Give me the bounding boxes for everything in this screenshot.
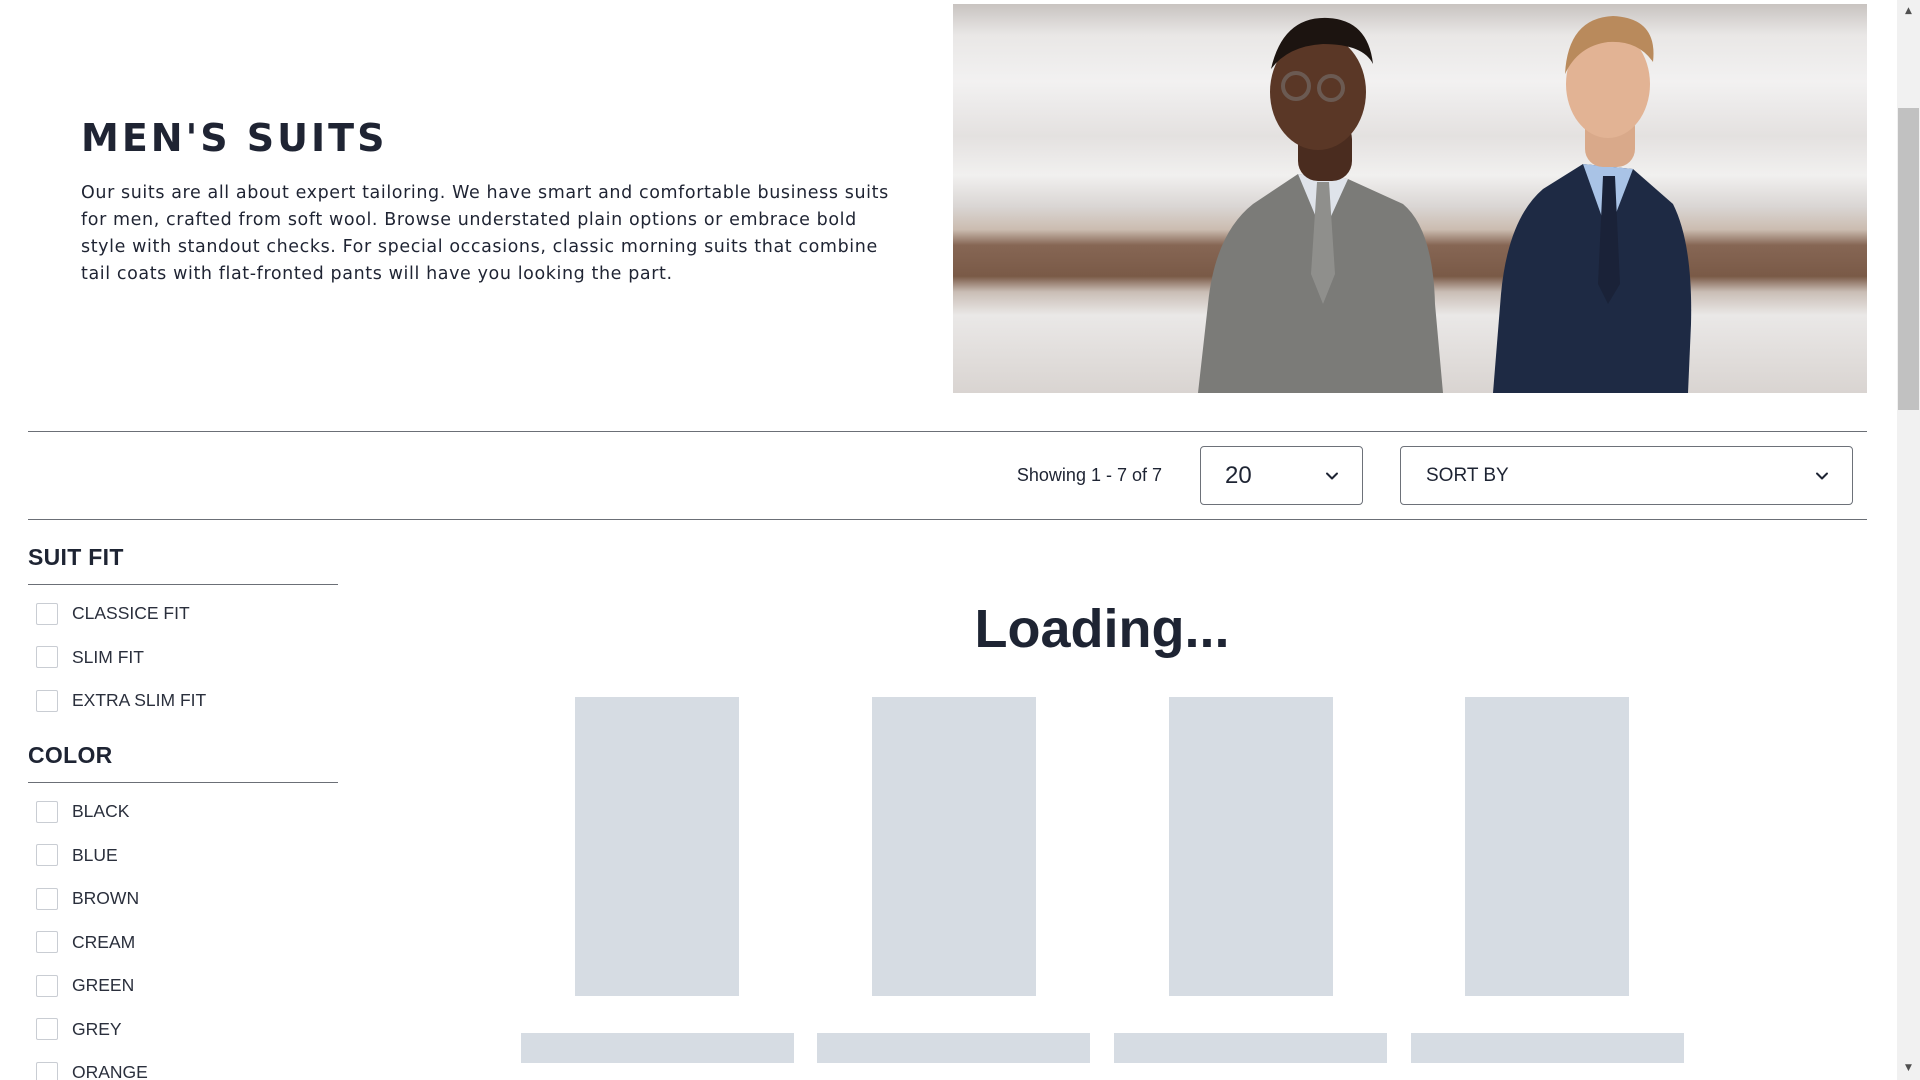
checkbox[interactable] (36, 602, 58, 625)
sort-by-value: SORT BY (1426, 464, 1509, 486)
sort-by-select[interactable]: SORT BY (1400, 446, 1853, 505)
filter-option[interactable]: EXTRA SLIM FIT (28, 679, 338, 723)
filter-title-color: COLOR (28, 742, 338, 783)
filter-option[interactable]: ORANGE (28, 1051, 338, 1080)
product-title-placeholder (817, 1033, 1090, 1063)
filter-option[interactable]: CLASSICE FIT (28, 592, 338, 636)
filter-option[interactable]: GREEN (28, 964, 338, 1008)
checkbox[interactable] (36, 1018, 58, 1041)
chevron-down-icon (1816, 472, 1828, 480)
checkbox[interactable] (36, 887, 58, 910)
filter-list-suit-fit: CLASSICE FIT SLIM FIT EXTRA SLIM FIT (28, 585, 338, 723)
checkbox[interactable] (36, 1061, 58, 1080)
items-per-page-value: 20 (1225, 461, 1252, 489)
toolbar-bottom-divider (28, 519, 1867, 520)
items-per-page-select[interactable]: 20 (1200, 446, 1363, 505)
filter-option[interactable]: BLACK (28, 790, 338, 834)
checkbox[interactable] (36, 931, 58, 954)
filter-option-label: BROWN (72, 888, 140, 909)
filter-option-label: EXTRA SLIM FIT (72, 690, 207, 711)
loading-message: Loading... (974, 599, 1230, 659)
triangle-up-icon[interactable]: ▲ (1897, 2, 1920, 20)
checkbox[interactable] (36, 689, 58, 712)
filter-option-label: ORANGE (72, 1062, 148, 1080)
product-image-placeholder (1465, 697, 1629, 996)
page-title: MEN'S SUITS (81, 116, 388, 160)
filter-title-suit-fit: SUIT FIT (28, 544, 338, 585)
filter-option-label: GREEN (72, 975, 135, 996)
filter-option-label: GREY (72, 1018, 122, 1039)
product-title-placeholder (521, 1033, 794, 1063)
filter-option-label: SLIM FIT (72, 646, 144, 667)
filter-option[interactable]: CREAM (28, 921, 338, 965)
toolbar-top-divider (28, 431, 1867, 432)
checkbox[interactable] (36, 844, 58, 867)
checkbox[interactable] (36, 646, 58, 669)
product-title-placeholder (1114, 1033, 1387, 1063)
hero-image-models (1198, 16, 1692, 393)
filter-option[interactable]: SLIM FIT (28, 636, 338, 680)
product-title-placeholder (1411, 1033, 1684, 1063)
scrollbar-thumb[interactable] (1898, 108, 1919, 410)
chevron-down-icon (1326, 472, 1338, 480)
product-image-placeholder (872, 697, 1036, 996)
hero-image (953, 4, 1867, 393)
filter-group-suit-fit: SUIT FIT CLASSICE FIT SLIM FIT EXTRA SLI… (28, 544, 338, 723)
filter-option-label: BLACK (72, 801, 130, 822)
product-image-placeholder (575, 697, 739, 996)
filter-list-color: BLACK BLUE BROWN CREAM GREEN GREY ORANGE (28, 783, 338, 1080)
checkbox[interactable] (36, 800, 58, 823)
filter-option[interactable]: BLUE (28, 834, 338, 878)
filter-group-color: COLOR BLACK BLUE BROWN CREAM GREEN GREY … (28, 742, 338, 1080)
category-description: Our suits are all about expert tailoring… (81, 183, 889, 284)
results-count: Showing 1 - 7 of 7 (1016, 465, 1162, 485)
filter-option-label: BLUE (72, 844, 118, 865)
product-image-placeholder (1169, 697, 1333, 996)
filter-option[interactable]: BROWN (28, 877, 338, 921)
filter-option-label: CLASSICE FIT (72, 603, 190, 624)
filter-option[interactable]: GREY (28, 1008, 338, 1052)
filter-option-label: CREAM (72, 931, 136, 952)
checkbox[interactable] (36, 974, 58, 997)
triangle-down-icon[interactable]: ▼ (1897, 1059, 1920, 1077)
